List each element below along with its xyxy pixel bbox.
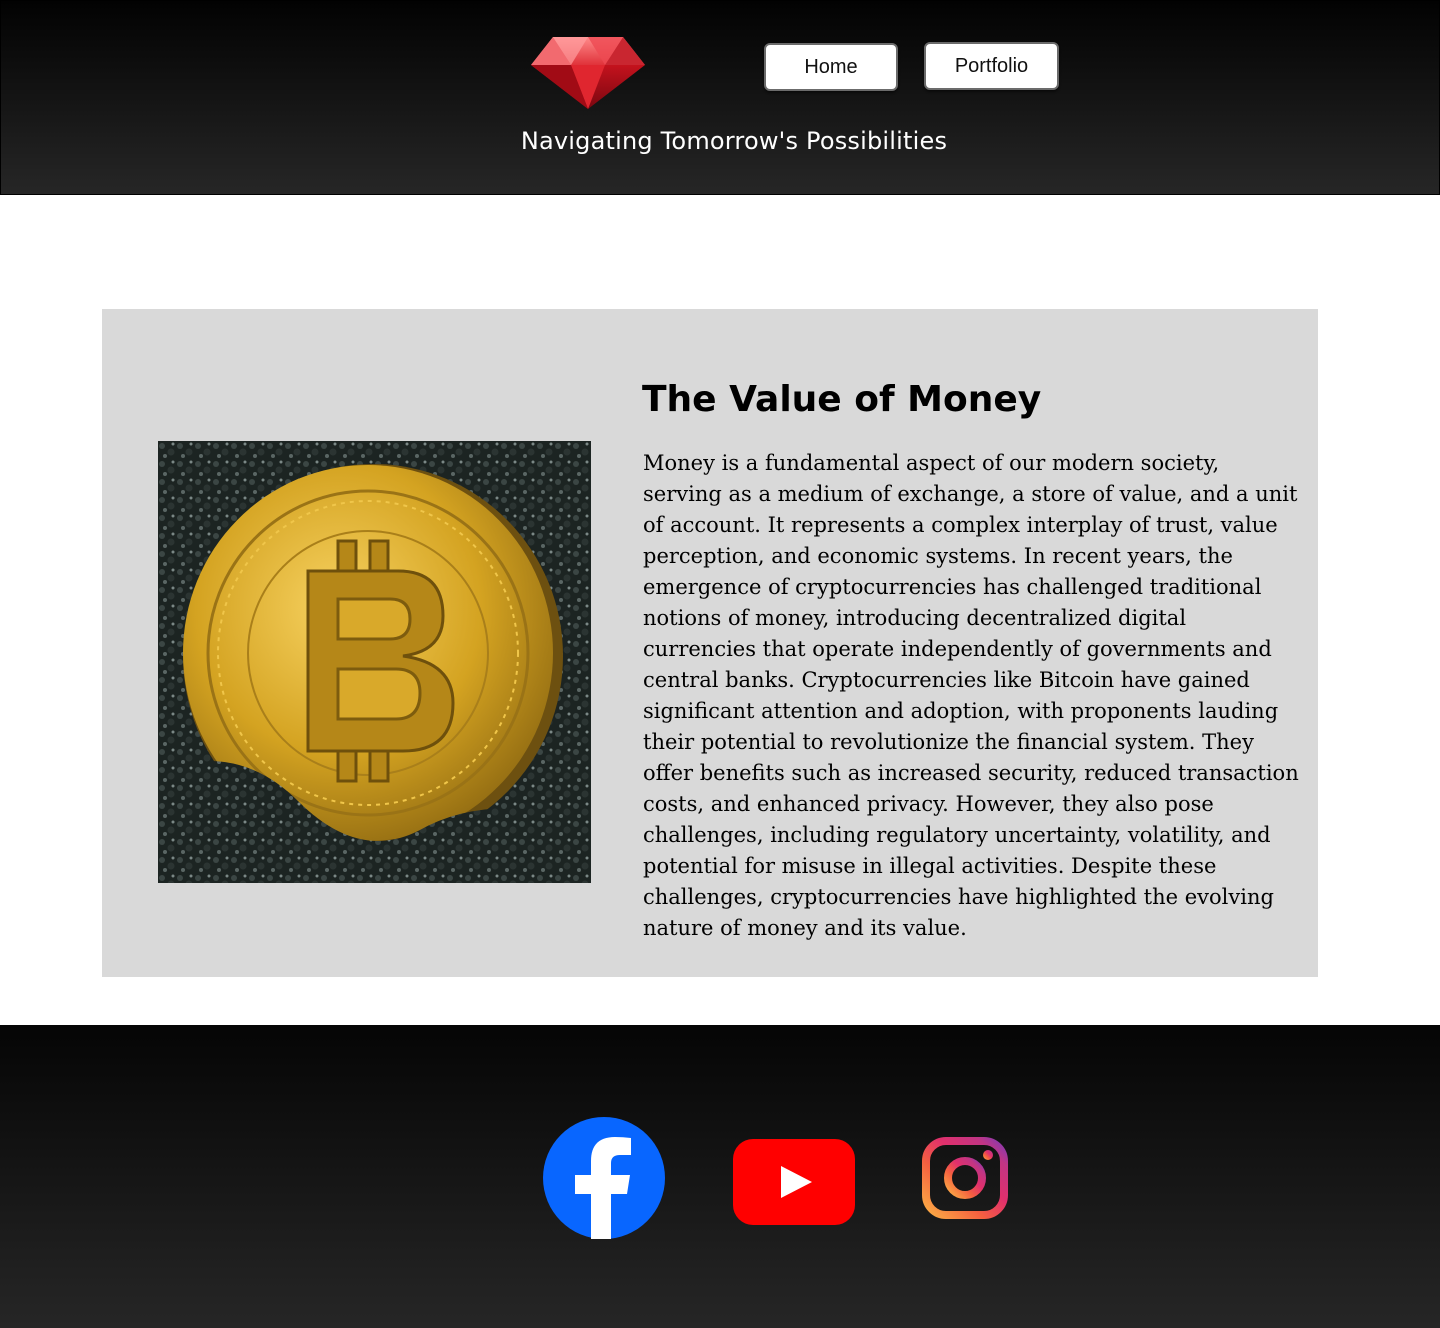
youtube-icon[interactable]: [733, 1139, 855, 1225]
article-body: Money is a fundamental aspect of our mod…: [643, 451, 1299, 940]
bitcoin-coin-image: [158, 441, 591, 883]
facebook-icon[interactable]: [543, 1117, 665, 1239]
article-card: The Value of Money Money is a fundamenta…: [102, 309, 1318, 977]
article-title: The Value of Money: [642, 379, 1042, 420]
portfolio-button-label: Portfolio: [954, 54, 1029, 77]
home-button-label: Home: [804, 55, 858, 78]
bitcoin-illustration: [158, 441, 591, 883]
home-button[interactable]: Home: [764, 43, 898, 91]
ruby-gem-icon[interactable]: [531, 35, 645, 109]
instagram-icon[interactable]: [922, 1137, 1008, 1219]
site-tagline: Navigating Tomorrow's Possibilities: [520, 127, 948, 155]
site-header: Home Portfolio Navigating Tomorrow's Pos…: [0, 0, 1440, 195]
portfolio-button[interactable]: Portfolio: [924, 42, 1059, 90]
site-footer: [0, 1025, 1440, 1328]
